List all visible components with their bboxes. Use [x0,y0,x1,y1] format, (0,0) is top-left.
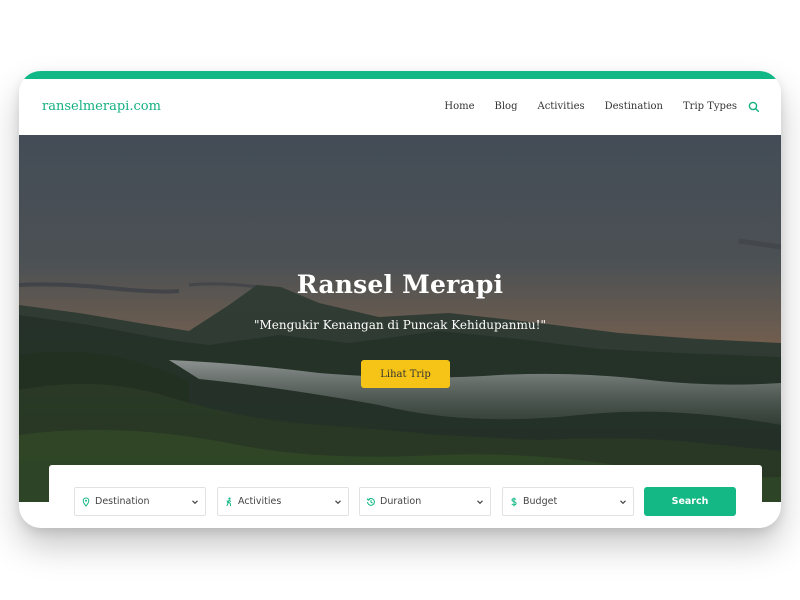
hero-title: Ransel Merapi [296,270,504,299]
duration-select[interactable]: Duration [359,487,491,516]
chevron-down-icon [477,500,483,505]
hiker-icon [226,497,232,506]
activities-select[interactable]: Activities [217,487,349,516]
trip-search-bar: Destination Activities Duration Budget S… [49,465,762,528]
hero-subtitle: "Mengukir Kenangan di Puncak Kehidupanmu… [253,318,546,332]
nav-home[interactable]: Home [444,101,474,112]
chevron-down-icon [192,500,198,505]
nav-activities[interactable]: Activities [537,101,584,112]
view-trip-button[interactable]: Lihat Trip [361,360,450,388]
map-pin-icon [82,496,90,507]
destination-label: Destination [95,496,150,507]
budget-select[interactable]: Budget [502,487,634,516]
accent-top-bar [19,71,781,79]
navbar: ranselmerapi.com Home Blog Activities De… [19,79,781,135]
chevron-down-icon [620,500,626,505]
duration-label: Duration [380,496,422,507]
budget-label: Budget [523,496,558,507]
nav-blog[interactable]: Blog [495,101,518,112]
chevron-down-icon [335,500,341,505]
hero-section: Ransel Merapi "Mengukir Kenangan di Punc… [19,135,781,502]
history-icon [366,497,375,506]
nav-destination[interactable]: Destination [605,101,663,112]
search-icon[interactable] [747,100,761,114]
browser-window: ranselmerapi.com Home Blog Activities De… [19,71,781,528]
destination-select[interactable]: Destination [74,487,206,516]
search-button[interactable]: Search [644,487,736,516]
main-menu: Home Blog Activities Destination Trip Ty… [444,101,737,112]
site-logo[interactable]: ranselmerapi.com [42,99,161,114]
nav-trip-types[interactable]: Trip Types [683,101,737,112]
dollar-icon [511,497,517,506]
activities-label: Activities [238,496,282,507]
